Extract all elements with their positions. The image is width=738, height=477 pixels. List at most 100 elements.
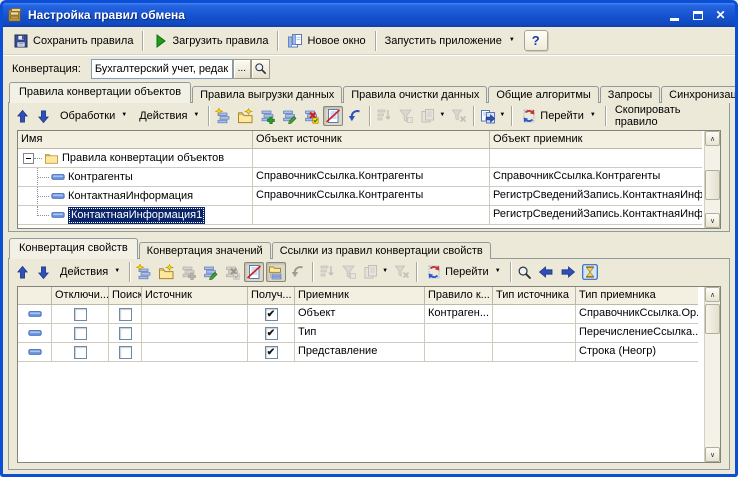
tab-property-conversion[interactable]: Конвертация свойств (9, 238, 138, 259)
delete-button[interactable] (301, 106, 321, 126)
close-button[interactable] (710, 6, 731, 24)
sort-button[interactable] (374, 106, 394, 126)
minimize-button[interactable] (664, 6, 685, 24)
processings-menu-button[interactable]: Обработки (55, 106, 132, 126)
column-header-marker[interactable] (18, 287, 52, 305)
get-checkbox[interactable]: ✔ (265, 308, 278, 321)
save-rules-button[interactable]: Сохранить правила (7, 31, 139, 51)
column-header-target-object[interactable]: Объект приемник (490, 131, 702, 149)
add-button[interactable] (134, 262, 154, 282)
column-header-disabled[interactable]: Отключи... (52, 287, 109, 305)
table-row[interactable]: Правила конвертации объектов (18, 149, 704, 168)
move-down-button[interactable] (34, 262, 53, 282)
add-copy-button[interactable] (257, 106, 277, 126)
toolbar-separator (129, 262, 130, 282)
copy-rule-button[interactable]: Скопировать правило (610, 106, 725, 126)
tree-collapse-icon[interactable] (23, 153, 34, 164)
actions-menu-button[interactable]: Действия (134, 106, 204, 126)
table-row[interactable]: ✔ Объект Контраген... СправочникСсылка.О… (18, 305, 704, 324)
column-header-rule[interactable]: Правило к... (425, 287, 493, 305)
add-button[interactable] (213, 106, 233, 126)
go-menu-button[interactable]: Перейти (421, 262, 506, 282)
conversion-browse-button[interactable]: ... (233, 59, 251, 79)
search-button[interactable] (515, 262, 534, 282)
move-down-button[interactable] (34, 106, 53, 126)
tab-object-conversion-rules[interactable]: Правила конвертации объектов (9, 82, 191, 103)
column-header-search[interactable]: Поиск (109, 287, 142, 305)
clear-filter-button[interactable] (449, 106, 469, 126)
edit-button[interactable] (279, 106, 299, 126)
tab-synchronization[interactable]: Синхронизация (661, 86, 738, 103)
grid1-vertical-scrollbar[interactable] (704, 131, 720, 228)
move-to-group-button[interactable] (478, 106, 507, 126)
tab-links-from-property-rules[interactable]: Ссылки из правил конвертации свойств (272, 242, 491, 259)
maximize-button[interactable] (687, 6, 708, 24)
toggle-hierarchy-button[interactable] (266, 262, 286, 282)
filter-by-value-button[interactable] (361, 262, 390, 282)
scroll-track[interactable] (705, 146, 720, 213)
scroll-track[interactable] (705, 302, 720, 447)
filter-button[interactable] (339, 262, 359, 282)
help-button[interactable]: ? (524, 30, 548, 51)
move-up-button[interactable] (13, 106, 32, 126)
scroll-up-button[interactable] (705, 287, 720, 302)
sort-button[interactable] (317, 262, 337, 282)
add-copy-button[interactable] (178, 262, 198, 282)
edit-button[interactable] (200, 262, 220, 282)
actions-menu-button[interactable]: Действия (55, 262, 125, 282)
column-header-target-type[interactable]: Тип приемника (576, 287, 698, 305)
get-checkbox[interactable]: ✔ (265, 327, 278, 340)
scroll-down-button[interactable] (705, 447, 720, 462)
scroll-down-button[interactable] (705, 213, 720, 228)
table-row[interactable]: ✔ Представление Строка (Неогр) (18, 343, 704, 362)
wait-mode-button[interactable] (580, 262, 600, 282)
get-checkbox[interactable]: ✔ (265, 346, 278, 359)
tab-common-algorithms[interactable]: Общие алгоритмы (488, 86, 598, 103)
title-bar[interactable]: Настройка правил обмена (3, 3, 735, 27)
scroll-thumb[interactable] (705, 170, 720, 200)
filter-by-value-button[interactable] (418, 106, 447, 126)
add-group-button[interactable] (235, 106, 255, 126)
undo-button[interactable] (288, 262, 308, 282)
load-rules-button[interactable]: Загрузить правила (146, 31, 274, 51)
scroll-up-button[interactable] (705, 131, 720, 146)
toggle-edit-mode-button[interactable] (323, 106, 343, 126)
tab-data-export-rules[interactable]: Правила выгрузки данных (192, 86, 342, 103)
search-checkbox[interactable] (119, 346, 132, 359)
grid2-vertical-scrollbar[interactable] (704, 287, 720, 462)
disabled-checkbox[interactable] (74, 346, 87, 359)
disabled-checkbox[interactable] (74, 327, 87, 340)
column-header-get[interactable]: Получ... (248, 287, 295, 305)
search-checkbox[interactable] (119, 327, 132, 340)
go-menu-button[interactable]: Перейти (516, 106, 601, 126)
scroll-thumb[interactable] (705, 304, 720, 334)
disabled-checkbox[interactable] (74, 308, 87, 321)
delete-button[interactable] (222, 262, 242, 282)
column-header-source-object[interactable]: Объект источник (253, 131, 490, 149)
new-window-button[interactable]: Новое окно (281, 31, 371, 51)
clear-filter-button[interactable] (392, 262, 412, 282)
table-row-selected[interactable]: КонтактнаяИнформация1 РегистрСведенийЗап… (18, 206, 704, 225)
main-tab-strip: Правила конвертации объектов Правила выг… (3, 82, 735, 103)
undo-button[interactable] (345, 106, 365, 126)
tab-queries[interactable]: Запросы (600, 86, 660, 103)
tab-value-conversion[interactable]: Конвертация значений (139, 242, 271, 259)
navigate-back-button[interactable] (536, 262, 556, 282)
navigate-forward-button[interactable] (558, 262, 578, 282)
run-application-button[interactable]: Запустить приложение (379, 33, 521, 49)
table-row[interactable]: Контрагенты СправочникСсылка.Контрагенты… (18, 168, 704, 187)
search-checkbox[interactable] (119, 308, 132, 321)
add-group-button[interactable] (156, 262, 176, 282)
filter-button[interactable] (396, 106, 416, 126)
table-row[interactable]: КонтактнаяИнформация СправочникСсылка.Ко… (18, 187, 704, 206)
column-header-name[interactable]: Имя (18, 131, 253, 149)
column-header-source-type[interactable]: Тип источника (493, 287, 576, 305)
toggle-edit-mode-button[interactable] (244, 262, 264, 282)
column-header-source[interactable]: Источник (142, 287, 248, 305)
column-header-receiver[interactable]: Приемник (295, 287, 425, 305)
table-row[interactable]: ✔ Тип ПеречислениеСсылка.... (18, 324, 704, 343)
conversion-search-button[interactable] (251, 59, 270, 79)
conversion-input[interactable] (91, 59, 233, 79)
tab-data-clearing-rules[interactable]: Правила очистки данных (343, 86, 487, 103)
move-up-button[interactable] (13, 262, 32, 282)
